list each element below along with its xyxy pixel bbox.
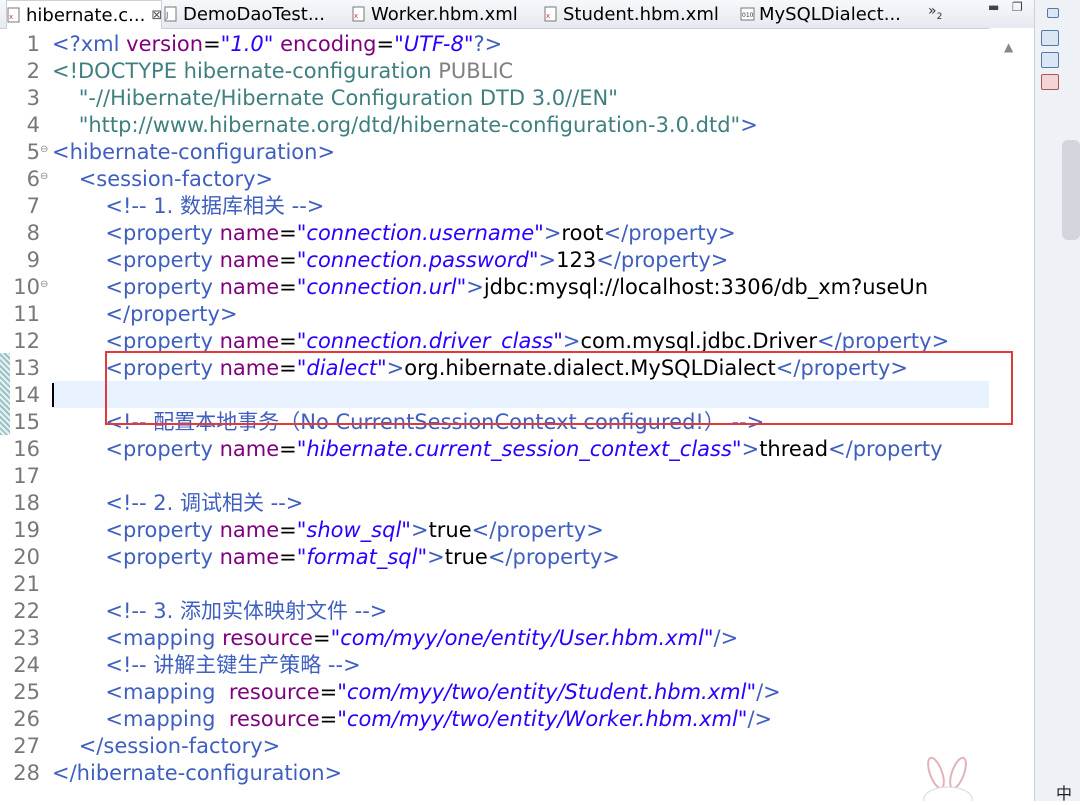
tab-worker-hbm[interactable]: x Worker.hbm.xml	[352, 0, 532, 28]
xml-file-icon: x	[544, 6, 558, 22]
tab-hibernate-cfg[interactable]: x hibernate.c... ⊠	[6, 0, 162, 29]
rabbit-mascot-icon	[918, 755, 978, 805]
line-number: 19	[13, 518, 40, 542]
line-number: 4	[26, 113, 40, 137]
line-number: 14	[13, 383, 40, 407]
svg-text:x: x	[354, 12, 358, 20]
line-number: 15	[13, 410, 40, 434]
line-number: 16	[13, 437, 40, 461]
svg-text:J: J	[165, 11, 168, 20]
line-number: 28	[13, 761, 40, 785]
right-toolbar	[1034, 0, 1080, 801]
tab-label: MySQLDialect...	[759, 3, 901, 25]
code-line: <property name="hibernate.current_sessio…	[52, 437, 943, 461]
code-line: <property name="show_sql">true</property…	[52, 518, 604, 542]
class-file-icon: 010	[740, 6, 755, 22]
fold-icon[interactable]: ⊖	[40, 279, 48, 290]
ime-indicator[interactable]: 中	[1056, 780, 1072, 804]
editor-tab-bar: x hibernate.c... ⊠ J DemoDaoTest... x Wo…	[0, 0, 1034, 29]
minimize-icon[interactable]: ▬	[988, 0, 999, 14]
code-line: <hibernate-configuration>	[52, 140, 336, 164]
code-line: </property>	[52, 302, 238, 326]
code-line: <mapping resource="com/myy/two/entity/Wo…	[52, 707, 773, 731]
code-comment: <!-- 讲解主键生产策略 -->	[52, 653, 361, 677]
svg-text:010: 010	[742, 12, 754, 19]
line-number: 26	[13, 707, 40, 731]
line-number: 5	[26, 140, 40, 164]
change-marker	[0, 353, 10, 435]
side-scroll-thumb[interactable]	[1062, 140, 1080, 240]
line-number-gutter: 1 2 3 4 5 ⊖ 6 ⊖ 7 8 9 10 ⊖ 11 12 13 14 1…	[10, 28, 50, 801]
xml-file-icon: x	[352, 6, 366, 22]
code-line: <property name="connection.password">123…	[52, 248, 729, 272]
restore-icon[interactable]	[1047, 8, 1059, 18]
chevron-double-icon: »	[928, 3, 937, 19]
line-number: 20	[13, 545, 40, 569]
line-number: 25	[13, 680, 40, 704]
line-number: 7	[26, 194, 40, 218]
task-list-icon[interactable]	[1041, 52, 1059, 68]
code-line: "http://www.hibernate.org/dtd/hibernate-…	[52, 113, 758, 137]
code-comment: <!-- 2. 调试相关 -->	[52, 491, 304, 515]
code-line: <session-factory>	[52, 167, 274, 191]
outline-view-icon[interactable]	[1041, 30, 1059, 46]
code-line: <mapping resource="com/myy/two/entity/St…	[52, 680, 781, 704]
problems-view-icon[interactable]	[1041, 74, 1059, 90]
line-number: 21	[13, 572, 40, 596]
line-number: 12	[13, 329, 40, 353]
line-number: 23	[13, 626, 40, 650]
fold-icon[interactable]: ⊖	[40, 144, 48, 155]
line-number: 2	[26, 59, 40, 83]
line-number: 27	[13, 734, 40, 758]
overview-ruler	[0, 28, 10, 801]
xml-file-icon: x	[7, 7, 21, 23]
line-number: 3	[26, 86, 40, 110]
tab-label: Student.hbm.xml	[563, 3, 719, 25]
code-line: </hibernate-configuration>	[52, 761, 343, 785]
chevron-up-icon[interactable]: ▲	[1004, 40, 1013, 54]
close-icon[interactable]: ⊠	[151, 8, 161, 23]
code-comment: <!-- 1. 数据库相关 -->	[52, 194, 325, 218]
svg-text:x: x	[9, 13, 13, 21]
line-number: 8	[26, 221, 40, 245]
code-line: <?xml version="1.0" encoding="UTF-8"?>	[52, 32, 503, 56]
tab-mysqldialect[interactable]: 010 MySQLDialect...	[740, 0, 920, 28]
highlight-annotation-box	[105, 351, 1013, 425]
line-number: 24	[13, 653, 40, 677]
line-number: 1	[26, 32, 40, 56]
code-line: "-//Hibernate/Hibernate Configuration DT…	[52, 86, 618, 110]
code-line: <!DOCTYPE hibernate-configuration PUBLIC	[52, 59, 514, 83]
line-number: 22	[13, 599, 40, 623]
line-number: 11	[13, 302, 40, 326]
code-line: <property name="format_sql">true</proper…	[52, 545, 620, 569]
code-comment: <!-- 3. 添加实体映射文件 -->	[52, 599, 388, 623]
java-file-icon: J	[164, 6, 178, 22]
tab-student-hbm[interactable]: x Student.hbm.xml	[544, 0, 729, 28]
line-number: 17	[13, 464, 40, 488]
line-number: 13	[13, 356, 40, 380]
line-number: 18	[13, 491, 40, 515]
maximize-icon[interactable]: ❐	[1012, 0, 1023, 14]
code-line: </session-factory>	[52, 734, 281, 758]
code-line: <property name="connection.username">roo…	[52, 221, 736, 245]
tab-demodaotest[interactable]: J DemoDaoTest...	[164, 0, 344, 28]
tab-label: hibernate.c...	[26, 4, 146, 26]
line-number: 9	[26, 248, 40, 272]
overflow-count: 2	[936, 11, 943, 22]
fold-icon[interactable]: ⊖	[40, 171, 48, 182]
tab-overflow-button[interactable]: »2	[928, 3, 942, 22]
code-line: <property name="connection.url">jdbc:mys…	[52, 275, 929, 299]
line-number: 6	[26, 167, 40, 191]
line-number: 10	[13, 275, 40, 299]
code-line: <mapping resource="com/myy/one/entity/Us…	[52, 626, 739, 650]
tab-label: DemoDaoTest...	[183, 3, 325, 25]
svg-text:x: x	[546, 12, 550, 20]
tab-label: Worker.hbm.xml	[371, 3, 518, 25]
